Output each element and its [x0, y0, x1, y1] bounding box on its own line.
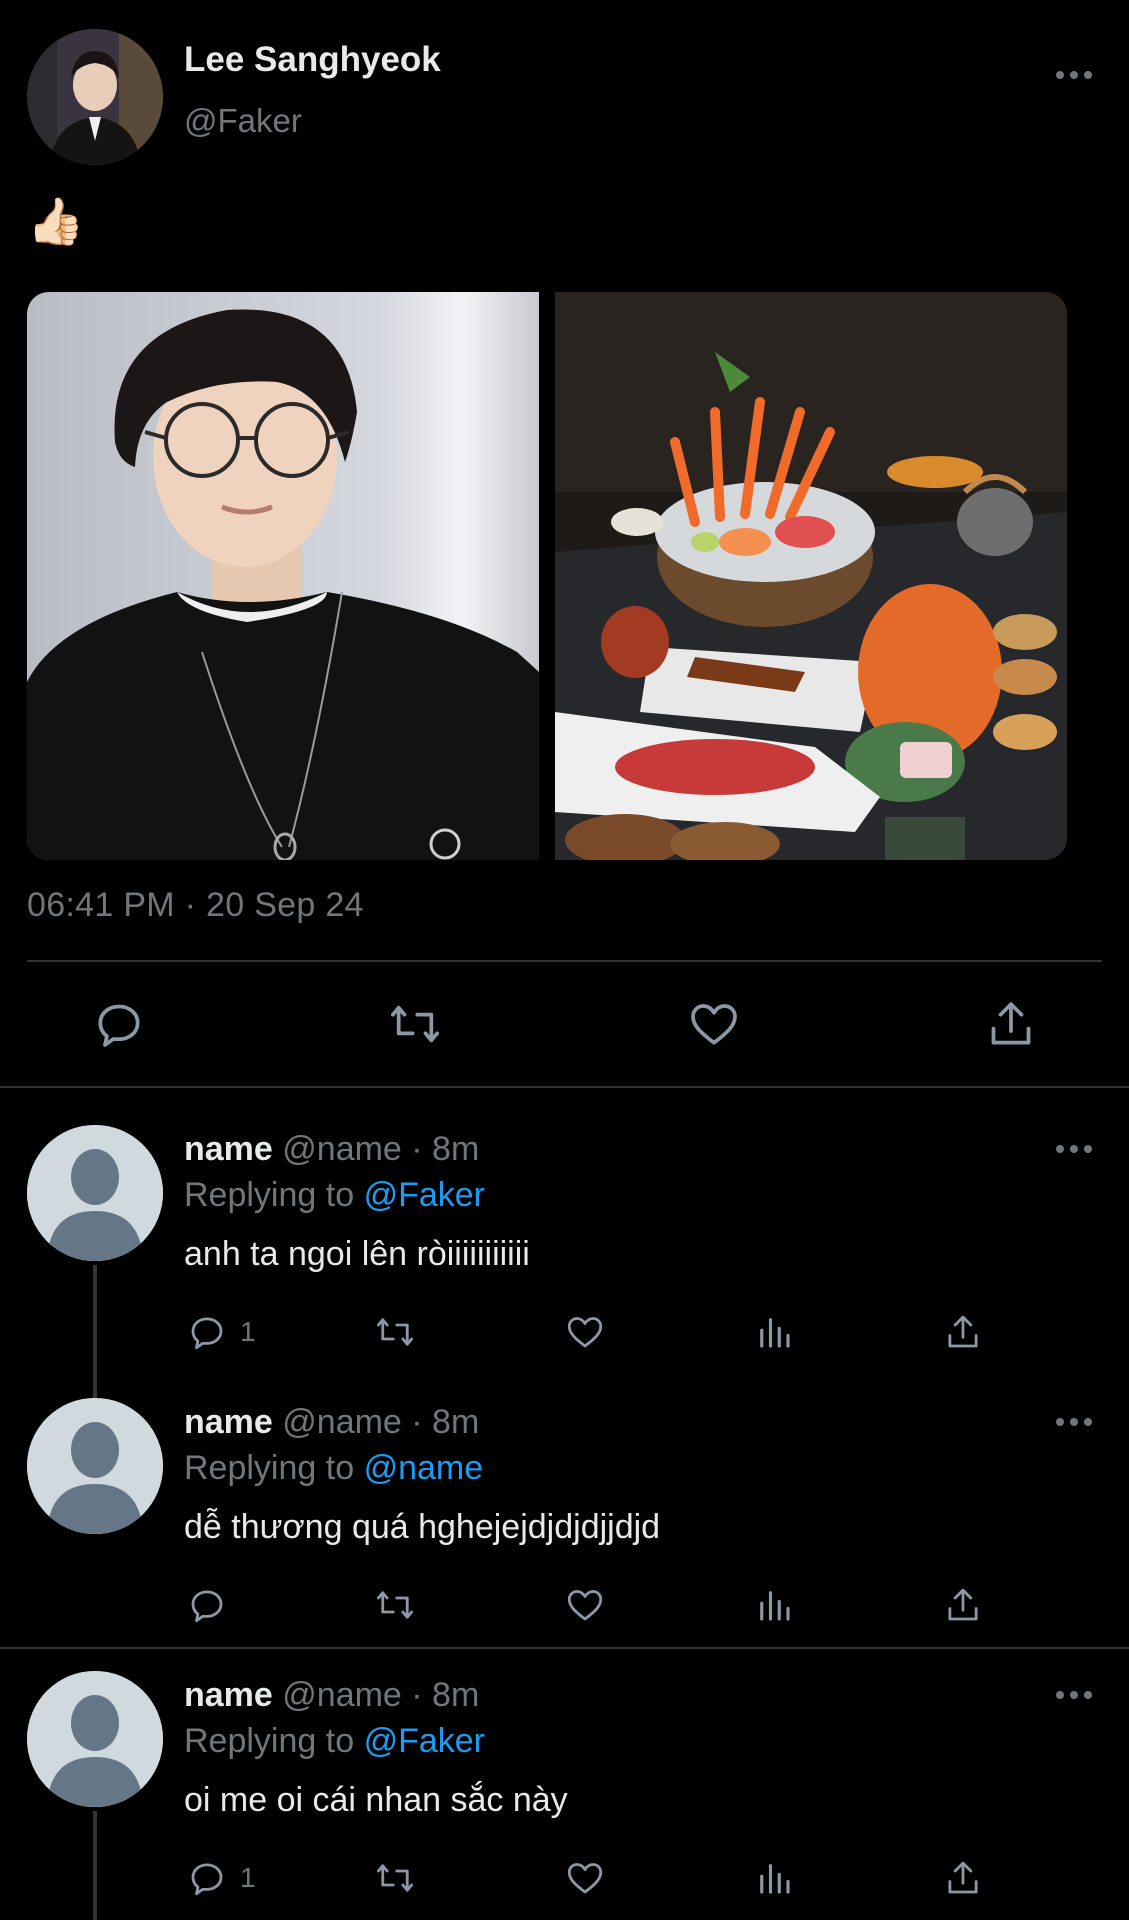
- reply-button[interactable]: [186, 1857, 228, 1899]
- reply-meta: @name · 8m: [282, 1676, 480, 1714]
- reply-author-name[interactable]: name: [184, 1676, 273, 1714]
- more-dots-icon[interactable]: [1054, 1688, 1094, 1702]
- heart-icon: [567, 1863, 603, 1894]
- share-button[interactable]: [942, 1857, 984, 1899]
- reply-meta: @name · 8m: [282, 1130, 480, 1168]
- retweet-button[interactable]: [374, 1857, 416, 1899]
- retweet-icon: [376, 1591, 414, 1619]
- retweet-icon: [390, 1005, 440, 1043]
- bar-chart-icon: [760, 1591, 790, 1621]
- speech-bubble-icon: [98, 1004, 140, 1047]
- reply-text: anh ta ngoi lên ròiiiiiiiiiii: [184, 1235, 530, 1273]
- share-icon: [948, 1588, 978, 1621]
- views-button[interactable]: [753, 1584, 795, 1626]
- heart-icon: [567, 1590, 603, 1621]
- mention-link[interactable]: @name: [364, 1449, 484, 1487]
- reply-text: dễ thương quá hghejejdjdjdjjdjd: [184, 1508, 661, 1546]
- replying-to: Replying to @name: [184, 1449, 483, 1488]
- author-handle[interactable]: @Faker: [184, 102, 302, 140]
- thread-line: [93, 1811, 97, 1920]
- more-dots-icon[interactable]: [1054, 1415, 1094, 1429]
- divider: [0, 1086, 1129, 1088]
- speech-bubble-icon: [191, 1317, 223, 1350]
- share-button[interactable]: [942, 1584, 984, 1626]
- reply-meta: @name · 8m: [282, 1403, 480, 1441]
- views-button[interactable]: [753, 1857, 795, 1899]
- tweet-text: 👍🏻: [27, 195, 85, 247]
- portrait-photo[interactable]: [27, 292, 539, 860]
- replying-to-label: Replying to: [184, 1449, 355, 1487]
- author-name[interactable]: Lee Sanghyeok: [184, 40, 441, 80]
- retweet-icon: [376, 1864, 414, 1892]
- replying-to: Replying to @Faker: [184, 1176, 485, 1215]
- reply-button[interactable]: [186, 1311, 228, 1353]
- divider: [27, 960, 1102, 962]
- like-button[interactable]: [564, 1857, 606, 1899]
- reply-text: oi me oi cái nhan sắc này: [184, 1781, 568, 1819]
- retweet-icon: [376, 1318, 414, 1346]
- retweet-button[interactable]: [387, 996, 443, 1052]
- reply-count: 1: [240, 1862, 256, 1893]
- heart-icon: [691, 1004, 737, 1045]
- speech-bubble-icon: [191, 1863, 223, 1896]
- reply-button[interactable]: [91, 996, 147, 1052]
- tweet-timestamp[interactable]: 06:41 PM · 20 Sep 24: [27, 886, 364, 925]
- retweet-button[interactable]: [374, 1311, 416, 1353]
- author-avatar[interactable]: [27, 29, 163, 165]
- reply-author-name[interactable]: name: [184, 1403, 273, 1441]
- retweet-button[interactable]: [374, 1584, 416, 1626]
- like-button[interactable]: [564, 1311, 606, 1353]
- reply-header: name @name · 8m: [184, 1403, 479, 1442]
- default-avatar[interactable]: [27, 1398, 163, 1534]
- like-button[interactable]: [686, 996, 742, 1052]
- more-dots-icon[interactable]: [1054, 68, 1094, 82]
- divider: [0, 1647, 1129, 1649]
- share-icon: [948, 1315, 978, 1348]
- mention-link[interactable]: @Faker: [364, 1176, 485, 1214]
- mention-link[interactable]: @Faker: [364, 1722, 485, 1760]
- reply-button[interactable]: [186, 1584, 228, 1626]
- share-button[interactable]: [983, 996, 1039, 1052]
- reply-count: 1: [240, 1316, 256, 1347]
- thread-line: [93, 1265, 97, 1400]
- media-grid: [27, 292, 1067, 860]
- replying-to-label: Replying to: [184, 1176, 355, 1214]
- speech-bubble-icon: [191, 1590, 223, 1623]
- share-icon: [948, 1861, 978, 1894]
- bar-chart-icon: [760, 1864, 790, 1894]
- default-avatar[interactable]: [27, 1125, 163, 1261]
- reply-header: name @name · 8m: [184, 1130, 479, 1169]
- bar-chart-icon: [760, 1318, 790, 1348]
- like-button[interactable]: [564, 1584, 606, 1626]
- views-button[interactable]: [753, 1311, 795, 1353]
- reply-header: name @name · 8m: [184, 1676, 479, 1715]
- replying-to-label: Replying to: [184, 1722, 355, 1760]
- replying-to: Replying to @Faker: [184, 1722, 485, 1761]
- reply-author-name[interactable]: name: [184, 1130, 273, 1168]
- share-icon: [991, 1002, 1031, 1045]
- food-photo[interactable]: [555, 292, 1067, 860]
- more-dots-icon[interactable]: [1054, 1142, 1094, 1156]
- heart-icon: [567, 1317, 603, 1348]
- share-button[interactable]: [942, 1311, 984, 1353]
- default-avatar[interactable]: [27, 1671, 163, 1807]
